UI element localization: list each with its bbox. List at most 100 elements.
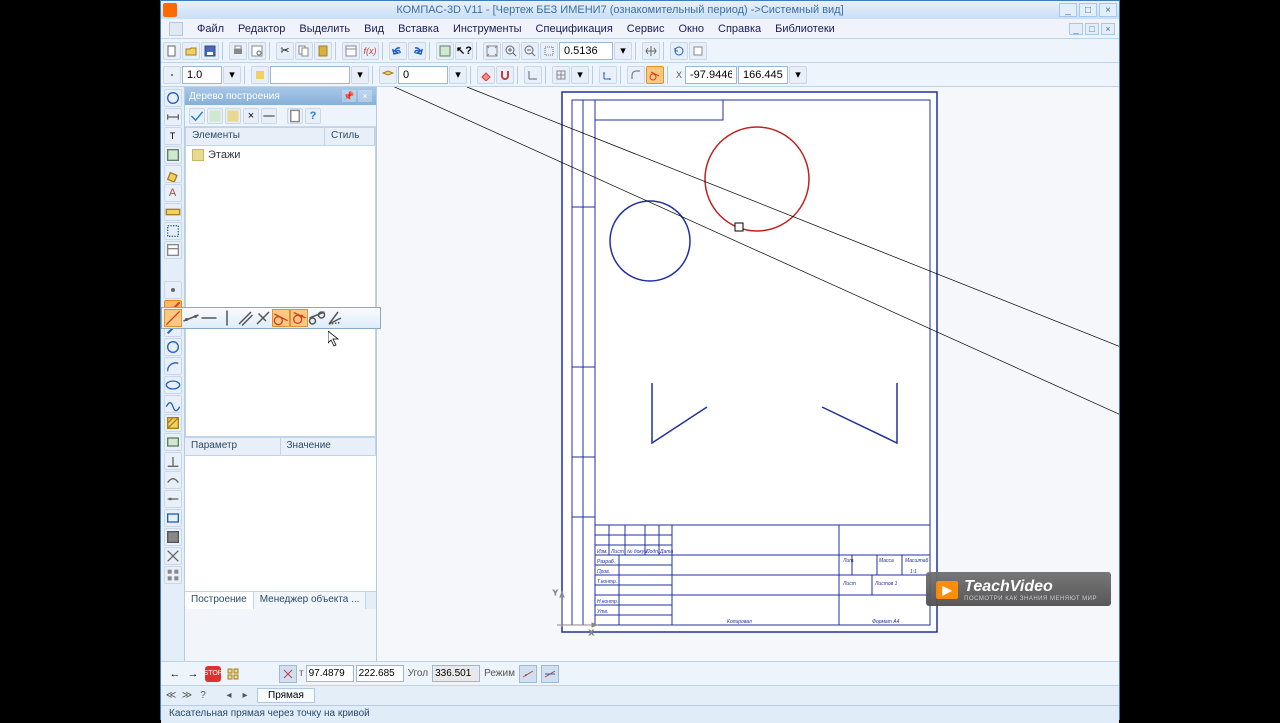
layer-icon[interactable]: [379, 66, 397, 84]
help-arrow-icon[interactable]: ↖?: [455, 42, 473, 60]
tree-btn-1[interactable]: [189, 108, 205, 124]
panel-close-icon[interactable]: ×: [358, 90, 372, 102]
tangent-active-icon[interactable]: [646, 66, 664, 84]
menu-view[interactable]: Вид: [358, 21, 390, 37]
aux-tangent-ext-icon[interactable]: [272, 309, 290, 327]
params-icon[interactable]: A: [164, 184, 182, 202]
drawing-area[interactable]: Изм. Лист № докум. Подп. Дата Разраб. Пр…: [377, 87, 1119, 661]
menu-window[interactable]: Окно: [672, 21, 710, 37]
minimize-button[interactable]: _: [1059, 3, 1077, 17]
spline-icon[interactable]: [164, 395, 182, 413]
close-button[interactable]: ×: [1099, 3, 1117, 17]
scale-dropdown-icon[interactable]: ▾: [223, 66, 241, 84]
coord-x-input[interactable]: [685, 66, 737, 84]
open-icon[interactable]: [182, 42, 200, 60]
paste-icon[interactable]: [314, 42, 332, 60]
menu-select[interactable]: Выделить: [293, 21, 356, 37]
menu-file[interactable]: Файл: [191, 21, 230, 37]
panel-tab-manager[interactable]: Менеджер объекта ...: [254, 592, 367, 609]
tree-item[interactable]: Этажи: [192, 148, 369, 162]
mode-btn-2[interactable]: [541, 665, 559, 683]
coord-dropdown-icon[interactable]: ▾: [789, 66, 807, 84]
prop-x-input[interactable]: [306, 665, 354, 682]
spec-panel-icon[interactable]: [164, 241, 182, 259]
obj-icon-6[interactable]: [164, 547, 182, 565]
menu-libs[interactable]: Библиотеки: [769, 21, 841, 37]
menu-insert[interactable]: Вставка: [392, 21, 445, 37]
aux-tangent-two-icon[interactable]: [308, 309, 326, 327]
tree-btn-5[interactable]: [261, 108, 277, 124]
aux-two-points-icon[interactable]: [182, 309, 200, 327]
system-menu-icon[interactable]: [169, 22, 183, 36]
properties-icon[interactable]: [342, 42, 360, 60]
tab-scroll-right-icon[interactable]: ▸: [237, 688, 253, 704]
refresh-icon[interactable]: [670, 42, 688, 60]
print-icon[interactable]: [229, 42, 247, 60]
menu-spec[interactable]: Спецификация: [530, 21, 619, 37]
arc-icon[interactable]: [164, 357, 182, 375]
aux-horizontal-icon[interactable]: [200, 309, 218, 327]
cut-icon[interactable]: ✂: [276, 42, 294, 60]
panel-pin-icon[interactable]: 📌: [342, 90, 356, 102]
menu-service[interactable]: Сервис: [621, 21, 671, 37]
rect-icon[interactable]: [164, 509, 182, 527]
point-icon[interactable]: [164, 281, 182, 299]
state-input[interactable]: [270, 66, 350, 84]
zoom-in-icon[interactable]: [502, 42, 520, 60]
grid-dropdown-icon[interactable]: ▾: [571, 66, 589, 84]
geometry-icon[interactable]: [164, 89, 182, 107]
prop-angle-input[interactable]: [432, 665, 480, 682]
undo-icon[interactable]: [389, 42, 407, 60]
round-icon[interactable]: [627, 66, 645, 84]
menu-tools[interactable]: Инструменты: [447, 21, 528, 37]
preview-icon[interactable]: [248, 42, 266, 60]
save-icon[interactable]: [201, 42, 219, 60]
manager-icon[interactable]: [436, 42, 454, 60]
scale-input[interactable]: [182, 66, 222, 84]
variables-icon[interactable]: f(x): [361, 42, 379, 60]
tab-scroll-left-icon[interactable]: ◂: [221, 688, 237, 704]
obj-icon-2[interactable]: [164, 452, 182, 470]
tab-first-icon[interactable]: ≪: [163, 688, 179, 704]
prop-y-input[interactable]: [356, 665, 404, 682]
state-dropdown-icon[interactable]: ▾: [351, 66, 369, 84]
obj-icon-3[interactable]: [164, 471, 182, 489]
tree-btn-2[interactable]: [207, 108, 223, 124]
pan-icon[interactable]: [642, 42, 660, 60]
prop-fwd-icon[interactable]: →: [185, 666, 201, 682]
layer-input[interactable]: [398, 66, 448, 84]
aux-parallel-icon[interactable]: [236, 309, 254, 327]
doc-close-button[interactable]: ×: [1101, 23, 1115, 35]
doc-minimize-button[interactable]: _: [1069, 23, 1083, 35]
aux-perp-icon[interactable]: [254, 309, 272, 327]
grid-panel-icon[interactable]: [164, 146, 182, 164]
copy-icon[interactable]: [295, 42, 313, 60]
prop-grid-icon[interactable]: [225, 666, 241, 682]
mode-btn-1[interactable]: [519, 665, 537, 683]
lcs-icon[interactable]: [599, 66, 617, 84]
maximize-button[interactable]: □: [1079, 3, 1097, 17]
hatch-icon[interactable]: [164, 414, 182, 432]
zoom-dropdown-icon[interactable]: ▾: [614, 42, 632, 60]
stop-icon[interactable]: STOP: [205, 666, 221, 682]
doc-tab[interactable]: Прямая: [257, 688, 315, 703]
notation-icon[interactable]: T: [164, 127, 182, 145]
obj-icon-7[interactable]: [164, 566, 182, 584]
zoom-out-icon[interactable]: [521, 42, 539, 60]
tree-btn-help[interactable]: ?: [305, 108, 321, 124]
snap-icon[interactable]: [163, 66, 181, 84]
coord-y-input[interactable]: [738, 66, 788, 84]
tree-btn-delete[interactable]: ×: [243, 108, 259, 124]
obj-icon-1[interactable]: [164, 433, 182, 451]
new-icon[interactable]: [163, 42, 181, 60]
tab-prev-icon[interactable]: ≫: [179, 688, 195, 704]
obj-icon-5[interactable]: [164, 528, 182, 546]
prop-back-icon[interactable]: ←: [167, 666, 183, 682]
zoom-window-icon[interactable]: [540, 42, 558, 60]
zoom-fit-icon[interactable]: [483, 42, 501, 60]
edit-icon[interactable]: [164, 165, 182, 183]
menu-editor[interactable]: Редактор: [232, 21, 291, 37]
eraser-icon[interactable]: [477, 66, 495, 84]
aux-bisector-icon[interactable]: [326, 309, 344, 327]
xy-lock-icon[interactable]: [279, 665, 297, 683]
